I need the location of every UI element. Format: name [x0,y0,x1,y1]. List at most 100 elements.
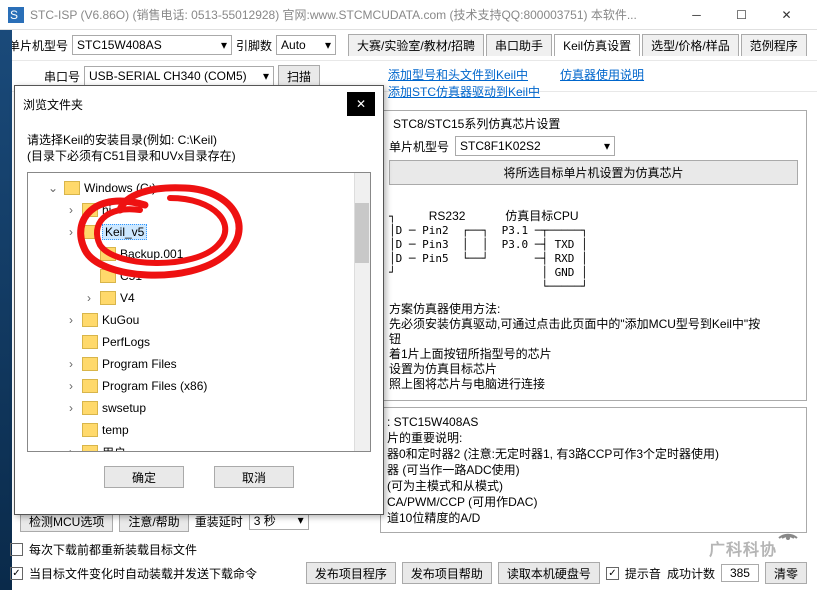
chevron-icon: › [64,357,78,371]
folder-icon [100,291,116,305]
tab-selection[interactable]: 选型/价格/样品 [642,34,739,56]
scan-button[interactable]: 扫描 [278,65,320,87]
titlebar: S STC-ISP (V6.86O) (销售电话: 0513-55012928)… [0,0,817,30]
tree-item-label: Windows (C:) [84,181,156,195]
tab-serial[interactable]: 串口助手 [486,34,552,56]
watermark-text: 广科科协 [709,536,777,560]
reload-delay-label: 重装延时 [195,513,243,530]
read-disk-id-button[interactable]: 读取本机硬盘号 [498,562,600,584]
folder-icon [82,379,98,393]
tree-item-label: hi [102,203,111,217]
tree-item[interactable]: › Keil_v5 [28,221,370,243]
pin-diagram: ┐ RS232 仿真目标CPU │D ─ Pin2 ┌──┐ P3.1 ─┬──… [389,195,588,294]
tree-item-label: 用户 [102,444,126,453]
toolbar-row-1: 单片机型号 STC15W408AS▾ 引脚数 Auto▾ 大赛/实验室/教材/招… [0,30,817,61]
maximize-button[interactable]: ☐ [719,0,764,30]
tree-item[interactable]: ›Program Files [28,353,370,375]
folder-icon [82,401,98,415]
folder-icon [82,357,98,371]
tree-item[interactable]: C51 [28,265,370,287]
tab-examples[interactable]: 范例程序 [741,34,807,56]
serial-port-combo[interactable]: USB-SERIAL CH340 (COM5)▾ [84,66,274,86]
tree-item-label: KuGou [102,313,139,327]
wechat-icon [777,520,799,542]
tree-item[interactable]: PerfLogs [28,331,370,353]
window-title: STC-ISP (V6.86O) (销售电话: 0513-55012928) 官… [30,6,674,23]
dialog-close-button[interactable]: ✕ [347,92,375,116]
reload-each-label: 每次下载前都重新装载目标文件 [29,541,197,558]
folder-icon [64,181,80,195]
success-count-value: 385 [721,564,759,582]
sim-usage-text: 方案仿真器使用方法: 先必须安装仿真驱动,可通过点击此页面中的"添加MCU型号到… [389,302,798,392]
tree-item-label: temp [102,423,129,437]
chevron-icon: › [64,445,78,452]
reset-count-button[interactable]: 清零 [765,562,807,584]
chip-info-body: 片的重要说明: 器0和定时器2 (注意:无定时器1, 有3路CCP可作3个定时器… [387,430,800,526]
auto-reload-checkbox[interactable] [10,567,23,580]
sim-chip-group: STC8/STC15系列仿真芯片设置 单片机型号 STC8F1K02S2▾ 将所… [380,110,807,401]
tree-item[interactable]: ⌄ Windows (C:) [28,177,370,199]
tree-item[interactable]: › 用户 [28,441,370,452]
minimize-button[interactable]: ─ [674,0,719,30]
chevron-icon: › [82,291,96,305]
bottom-bar: 每次下载前都重新装载目标文件 当目标文件变化时自动装载并发送下载命令 发布项目程… [10,539,807,586]
publish-project-button[interactable]: 发布项目程序 [306,562,396,584]
link-sim-usage[interactable]: 仿真器使用说明 [560,66,644,100]
tab-keil-sim[interactable]: Keil仿真设置 [554,34,640,56]
chip-info-box: : STC15W408AS 片的重要说明: 器0和定时器2 (注意:无定时器1,… [380,407,807,533]
folder-icon [82,203,98,217]
tree-item-label: Backup.001 [120,247,183,261]
folder-icon [100,269,116,283]
tree-item[interactable]: › Program Files (x86) [28,375,370,397]
tree-item-label: PerfLogs [102,335,150,349]
folder-tree[interactable]: ⌄Windows (C:)› hi›Keil_v5Backup.001C51› … [27,172,371,452]
scroll-thumb[interactable] [355,203,369,263]
folder-icon [82,335,98,349]
chevron-icon: › [64,225,78,239]
tree-item[interactable]: › swsetup [28,397,370,419]
tree-item[interactable]: › hi [28,199,370,221]
chevron-icon: › [64,313,78,327]
pin-count-label: 引脚数 [236,37,272,54]
reload-each-checkbox[interactable] [10,543,23,556]
publish-help-button[interactable]: 发布项目帮助 [402,562,492,584]
tree-item-label: Keil_v5 [102,224,147,240]
tree-item[interactable]: › KuGou [28,309,370,331]
chevron-icon: › [64,401,78,415]
sound-checkbox[interactable] [606,567,619,580]
chevron-icon: › [64,203,78,217]
mcu-label: 单片机型号 [8,37,68,54]
folder-icon [82,313,98,327]
app-icon: S [8,7,24,23]
auto-reload-label: 当目标文件变化时自动装载并发送下载命令 [29,565,257,582]
chevron-icon: ⌄ [46,181,60,195]
tree-item[interactable]: temp [28,419,370,441]
tree-item[interactable]: Backup.001 [28,243,370,265]
tab-contest[interactable]: 大赛/实验室/教材/招聘 [348,34,484,56]
ok-button[interactable]: 确定 [104,466,184,488]
sim-chip-legend: STC8/STC15系列仿真芯片设置 [389,115,564,132]
folder-icon [100,247,116,261]
pin-count-combo[interactable]: Auto▾ [276,35,336,55]
tree-item-label: V4 [120,291,135,305]
tree-item[interactable]: › V4 [28,287,370,309]
browse-folder-dialog: 浏览文件夹 ✕ 请选择Keil的安装目录(例如: C:\Keil) (目录下必须… [14,85,384,515]
dialog-hint: 请选择Keil的安装目录(例如: C:\Keil) (目录下必须有C51目录和U… [27,132,371,164]
mcu-model-combo[interactable]: STC15W408AS▾ [72,35,232,55]
set-sim-chip-button[interactable]: 将所选目标单片机设置为仿真芯片 [389,160,798,185]
sim-model-combo[interactable]: STC8F1K02S2▾ [455,136,615,156]
taskbar-edge [0,30,12,590]
link-add-to-keil[interactable]: 添加型号和头文件到Keil中 添加STC仿真器驱动到Keil中 [388,66,540,100]
keil-panel: 添加型号和头文件到Keil中 添加STC仿真器驱动到Keil中 仿真器使用说明 … [380,62,807,533]
close-button[interactable]: ✕ [764,0,809,30]
chevron-icon: › [64,379,78,393]
sim-model-label: 单片机型号 [389,138,449,155]
tree-item-label: Program Files (x86) [102,379,207,393]
cancel-button[interactable]: 取消 [214,466,294,488]
dialog-title: 浏览文件夹 [23,96,347,113]
success-count-label: 成功计数 [667,565,715,582]
folder-icon [82,445,98,452]
tree-item-label: C51 [120,269,142,283]
tree-item-label: swsetup [102,401,146,415]
svg-text:S: S [10,8,18,22]
